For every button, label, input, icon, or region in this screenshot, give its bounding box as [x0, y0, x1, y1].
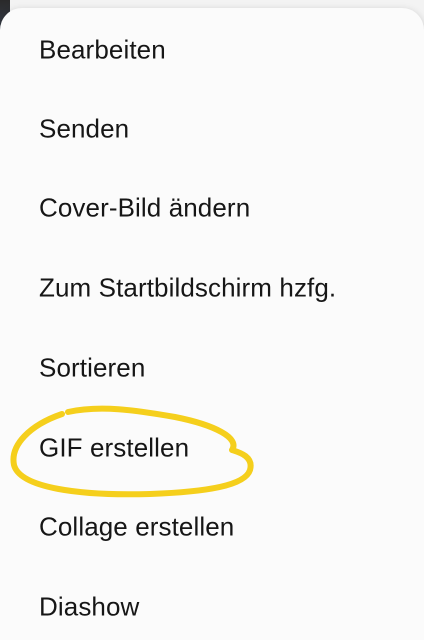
menu-item-collage-erstellen[interactable]: Collage erstellen — [0, 487, 424, 566]
menu-item-label: GIF erstellen — [39, 432, 190, 462]
menu-item-gif-erstellen[interactable]: GIF erstellen — [0, 408, 424, 487]
menu-item-label: Sortieren — [39, 352, 146, 382]
menu-item-senden[interactable]: Senden — [0, 89, 424, 168]
menu-item-label: Zum Startbildschirm hzfg. — [39, 272, 337, 302]
menu-item-label: Collage erstellen — [39, 511, 235, 541]
screen: s Bearbeiten Senden Cover-Bild ändern Zu… — [0, 0, 424, 640]
menu-item-label: Diashow — [39, 591, 140, 621]
menu-item-sortieren[interactable]: Sortieren — [0, 328, 424, 407]
menu-item-label: Bearbeiten — [39, 34, 166, 64]
menu-item-diashow[interactable]: Diashow — [0, 567, 424, 640]
menu-item-bearbeiten[interactable]: Bearbeiten — [0, 10, 424, 89]
context-menu: Bearbeiten Senden Cover-Bild ändern Zum … — [0, 8, 424, 640]
menu-item-label: Senden — [39, 113, 130, 143]
menu-item-zum-startbildschirm[interactable]: Zum Startbildschirm hzfg. — [0, 248, 424, 327]
menu-item-label: Cover-Bild ändern — [39, 192, 251, 222]
menu-item-cover-bild-aendern[interactable]: Cover-Bild ändern — [0, 168, 424, 247]
